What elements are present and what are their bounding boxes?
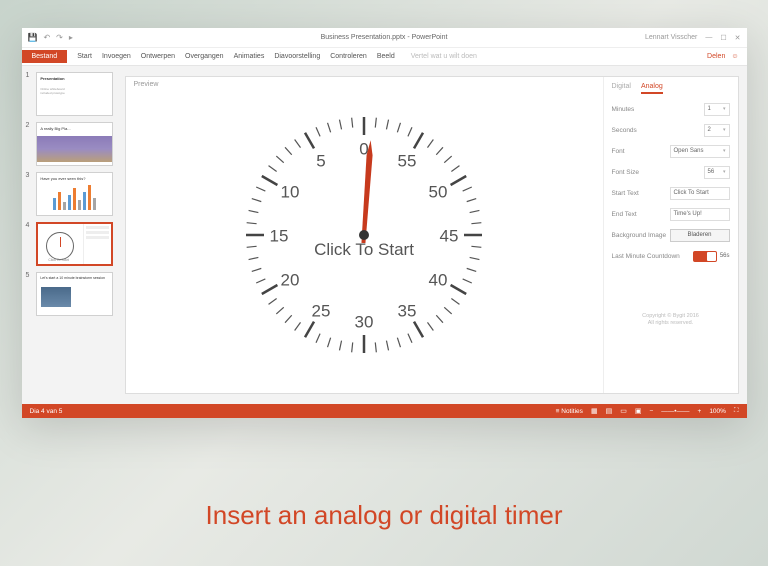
clock-num-40: 40: [429, 270, 448, 289]
countdown-value: 56s: [720, 253, 730, 259]
endtext-label: End Text: [612, 211, 637, 218]
countdown-label: Last Minute Countdown: [612, 253, 680, 260]
tellme-search[interactable]: Vertel wat u wilt doen: [411, 53, 477, 60]
slide-counter[interactable]: Dia 4 van 5: [30, 408, 63, 415]
starttext-label: Start Text: [612, 190, 639, 197]
slide-thumb-4[interactable]: Click To Start: [36, 222, 112, 266]
slide-thumb-2[interactable]: A really Big Pla...: [36, 122, 112, 166]
thumb-number: 5: [26, 272, 34, 316]
zoom-level[interactable]: 100%: [709, 408, 726, 415]
clock-area: 0 55 50 45 40 35 30 25 20 15: [126, 77, 603, 393]
clock-num-20: 20: [281, 270, 300, 289]
slide-thumb-1[interactable]: Presentation Online whiteboardincluded p…: [36, 72, 112, 116]
user-name[interactable]: Lennart Visscher: [645, 34, 697, 42]
panel-footer: Copyright © Bygit 2016 All rights reserv…: [612, 313, 730, 327]
timer-settings-panel: Digital Analog Minutes 1 Seconds 2 Font …: [603, 77, 738, 393]
thumb-chart: [37, 184, 111, 214]
tab-start[interactable]: Start: [77, 53, 92, 60]
comments-icon[interactable]: ☺: [731, 53, 738, 60]
zoom-in-icon[interactable]: +: [698, 408, 702, 415]
maximize-icon[interactable]: ☐: [720, 34, 726, 42]
marketing-caption: Insert an analog or digital timer: [0, 500, 768, 531]
countdown-toggle[interactable]: [693, 251, 717, 262]
close-icon[interactable]: ✕: [735, 34, 741, 42]
thumb-number: 4: [26, 222, 34, 266]
slide-thumb-5[interactable]: Let's start a 10 minute brainstorm sessi…: [36, 272, 112, 316]
qat-undo-icon[interactable]: ↶: [43, 33, 50, 42]
view-sorter-icon[interactable]: ▤: [606, 407, 613, 415]
qat-save-icon[interactable]: 💾: [28, 33, 38, 42]
clock-num-10: 10: [281, 182, 300, 201]
document-title: Business Presentation.pptx - PowerPoint: [321, 34, 448, 41]
current-slide[interactable]: Preview: [125, 76, 739, 394]
statusbar: Dia 4 van 5 ≡ Notities ▦ ▤ ▭ ▣ − ——•—— +…: [22, 404, 747, 418]
clock-num-5: 5: [316, 151, 325, 170]
view-normal-icon[interactable]: ▦: [591, 407, 598, 415]
ribbon: Bestand Start Invoegen Ontwerpen Overgan…: [22, 48, 747, 66]
clock-num-35: 35: [398, 301, 417, 320]
minimize-icon[interactable]: —: [705, 34, 712, 42]
content-area: 1 Presentation Online whiteboardincluded…: [22, 66, 747, 404]
file-tab[interactable]: Bestand: [22, 50, 68, 63]
thumb-number: 2: [26, 122, 34, 166]
fontsize-label: Font Size: [612, 169, 639, 176]
slide-thumb-3[interactable]: Have you ever seen this?: [36, 172, 112, 216]
view-reading-icon[interactable]: ▭: [620, 407, 627, 415]
view-slideshow-icon[interactable]: ▣: [635, 407, 642, 415]
tab-insert[interactable]: Invoegen: [102, 53, 131, 60]
tab-transitions[interactable]: Overgangen: [185, 53, 224, 60]
tab-review[interactable]: Controleren: [330, 53, 367, 60]
starttext-input[interactable]: Click To Start: [670, 187, 730, 200]
notes-button[interactable]: ≡ Notities: [556, 408, 583, 415]
tab-slideshow[interactable]: Diavoorstelling: [274, 53, 320, 60]
analog-clock[interactable]: 0 55 50 45 40 35 30 25 20 15: [229, 100, 499, 370]
tab-digital[interactable]: Digital: [612, 83, 631, 94]
clock-num-15: 15: [270, 226, 289, 245]
powerpoint-window: 💾 ↶ ↷ ▸ Business Presentation.pptx - Pow…: [22, 28, 747, 418]
qat-slideshow-icon[interactable]: ▸: [69, 33, 73, 42]
clock-center: [359, 230, 369, 240]
thumb-clock-icon: [46, 232, 74, 260]
clock-num-55: 55: [398, 151, 417, 170]
clock-num-45: 45: [440, 226, 459, 245]
thumb-number: 1: [26, 72, 34, 116]
preview-label: Preview: [134, 81, 159, 88]
clock-start-text[interactable]: Click To Start: [314, 240, 414, 260]
titlebar: 💾 ↶ ↷ ▸ Business Presentation.pptx - Pow…: [22, 28, 747, 48]
clock-num-50: 50: [429, 182, 448, 201]
zoom-out-icon[interactable]: −: [649, 408, 653, 415]
bgimage-label: Background Image: [612, 232, 667, 239]
tab-design[interactable]: Ontwerpen: [141, 53, 175, 60]
minutes-label: Minutes: [612, 106, 635, 113]
qat-redo-icon[interactable]: ↷: [56, 33, 63, 42]
seconds-label: Seconds: [612, 127, 637, 134]
font-select[interactable]: Open Sans: [670, 145, 730, 158]
minutes-input[interactable]: 1: [704, 103, 730, 116]
fontsize-input[interactable]: 56: [704, 166, 730, 179]
seconds-input[interactable]: 2: [704, 124, 730, 137]
fit-icon[interactable]: ⛶: [734, 407, 739, 415]
zoom-slider[interactable]: ——•——: [661, 408, 689, 415]
thumb-image: [37, 136, 111, 162]
thumb-video-image: [41, 287, 71, 307]
tab-animations[interactable]: Animaties: [234, 53, 265, 60]
font-label: Font: [612, 148, 625, 155]
tab-view[interactable]: Beeld: [377, 53, 395, 60]
slide-stage: Preview: [117, 66, 747, 404]
clock-num-30: 30: [355, 312, 374, 331]
slide-thumbnails: 1 Presentation Online whiteboardincluded…: [22, 66, 117, 404]
thumb-number: 3: [26, 172, 34, 216]
browse-button[interactable]: Bladeren: [670, 229, 730, 242]
share-button[interactable]: Delen: [707, 53, 725, 60]
clock-num-25: 25: [312, 301, 331, 320]
tab-analog[interactable]: Analog: [641, 83, 663, 94]
endtext-input[interactable]: Time's Up!: [670, 208, 730, 221]
